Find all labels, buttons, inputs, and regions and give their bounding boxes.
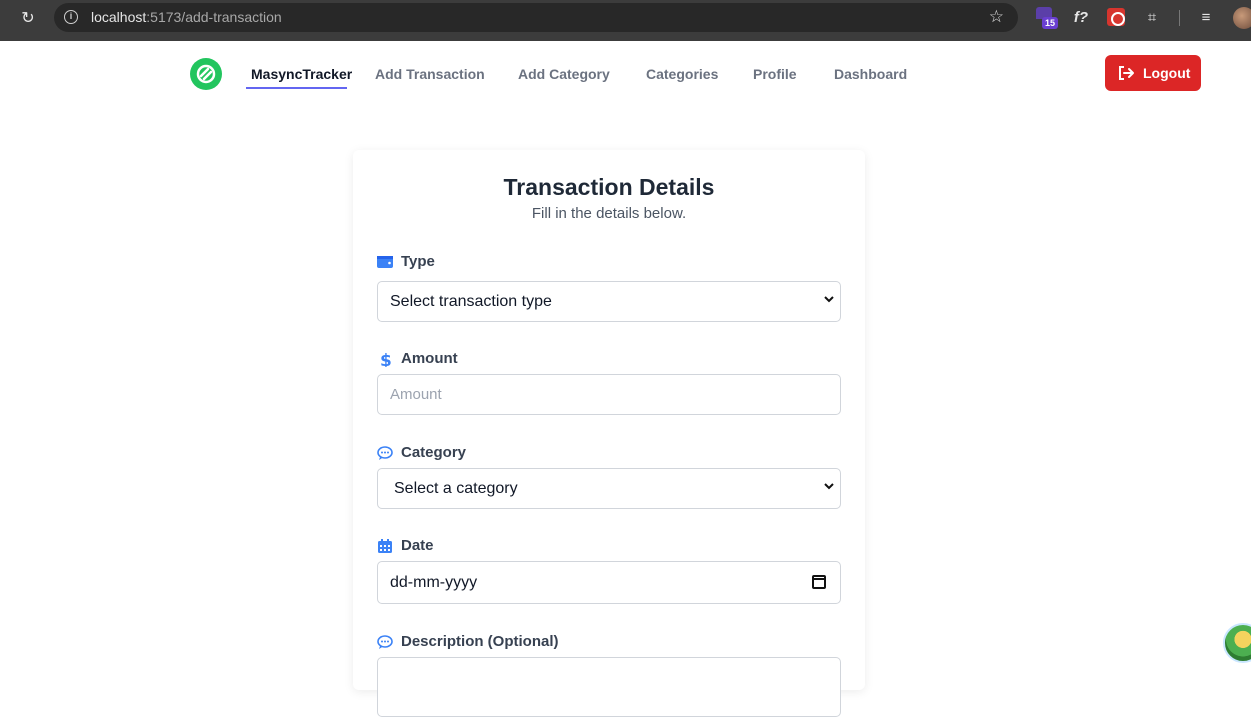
type-select[interactable]: Select transaction type xyxy=(377,281,841,322)
category-label-text: Category xyxy=(401,444,467,461)
puzzle-extensions-icon[interactable]: ⌗ xyxy=(1143,7,1161,29)
dollar-icon: $ xyxy=(380,351,392,367)
app-logo-icon[interactable] xyxy=(190,58,222,90)
svg-text:$: $ xyxy=(380,351,392,367)
toolbar-divider xyxy=(1179,10,1180,26)
amount-label-text: Amount xyxy=(401,350,458,367)
extension-badge-count: 15 xyxy=(1042,17,1059,29)
nav-categories[interactable]: Categories xyxy=(646,66,718,82)
bookmark-star-icon[interactable]: ☆ xyxy=(989,7,1004,27)
nav-add-category[interactable]: Add Category xyxy=(518,66,610,82)
logout-icon xyxy=(1117,64,1135,85)
extension-badge-icon[interactable]: 15 xyxy=(1036,7,1059,29)
url-path: :5173/add-transaction xyxy=(146,9,282,25)
url-host: localhost xyxy=(91,9,147,25)
nav-brand-link[interactable]: MasyncTracker xyxy=(251,66,352,82)
amount-placeholder: Amount xyxy=(390,386,442,403)
active-nav-underline xyxy=(246,87,347,89)
transaction-form-card: Transaction Details Fill in the details … xyxy=(353,150,865,717)
form-subtitle: Fill in the details below. xyxy=(531,205,687,222)
reload-icon[interactable]: ↻ xyxy=(17,8,39,30)
date-input[interactable]: dd-mm-yyyy xyxy=(377,561,841,604)
app-navbar: MasyncTracker Add Transaction Add Catego… xyxy=(0,41,1251,105)
address-bar[interactable]: i localhost:5173/add-transaction ☆ xyxy=(54,3,1018,32)
browser-toolbar: ↻ i localhost:5173/add-transaction ☆ 15 … xyxy=(0,0,1251,41)
comment-icon xyxy=(377,446,393,460)
type-select-value: Select transaction type xyxy=(390,293,552,310)
amount-input[interactable]: Amount xyxy=(377,374,841,415)
nav-add-transaction[interactable]: Add Transaction xyxy=(375,66,485,82)
chevron-down-icon xyxy=(824,296,834,303)
calendar-picker-icon[interactable] xyxy=(812,575,826,589)
site-info-icon[interactable]: i xyxy=(64,10,78,24)
calendar-icon xyxy=(378,539,392,553)
category-select-value: Select a category xyxy=(394,480,518,497)
chevron-down-icon xyxy=(824,483,834,490)
comment-icon xyxy=(377,635,393,649)
function-extension-icon[interactable]: f? xyxy=(1072,7,1090,29)
nav-dashboard[interactable]: Dashboard xyxy=(834,66,907,82)
form-title: Transaction Details xyxy=(503,174,715,200)
description-label-text: Description (Optional) xyxy=(401,633,559,650)
red-extension-icon[interactable] xyxy=(1107,8,1125,26)
description-textarea[interactable] xyxy=(377,657,841,717)
date-input-value: dd-mm-yyyy xyxy=(390,574,478,591)
category-select[interactable]: Select a category xyxy=(377,468,841,509)
wallet-icon xyxy=(377,256,393,268)
date-label-text: Date xyxy=(401,537,434,554)
reading-list-icon[interactable]: ≡ xyxy=(1197,7,1215,29)
floating-assistant-icon[interactable] xyxy=(1223,623,1251,663)
profile-avatar[interactable] xyxy=(1233,7,1251,29)
logout-label: Logout xyxy=(1143,65,1191,81)
logout-button[interactable]: Logout xyxy=(1105,55,1201,91)
nav-profile[interactable]: Profile xyxy=(753,66,797,82)
url-text[interactable]: localhost:5173/add-transaction xyxy=(91,9,282,25)
type-label-text: Type xyxy=(401,253,435,270)
